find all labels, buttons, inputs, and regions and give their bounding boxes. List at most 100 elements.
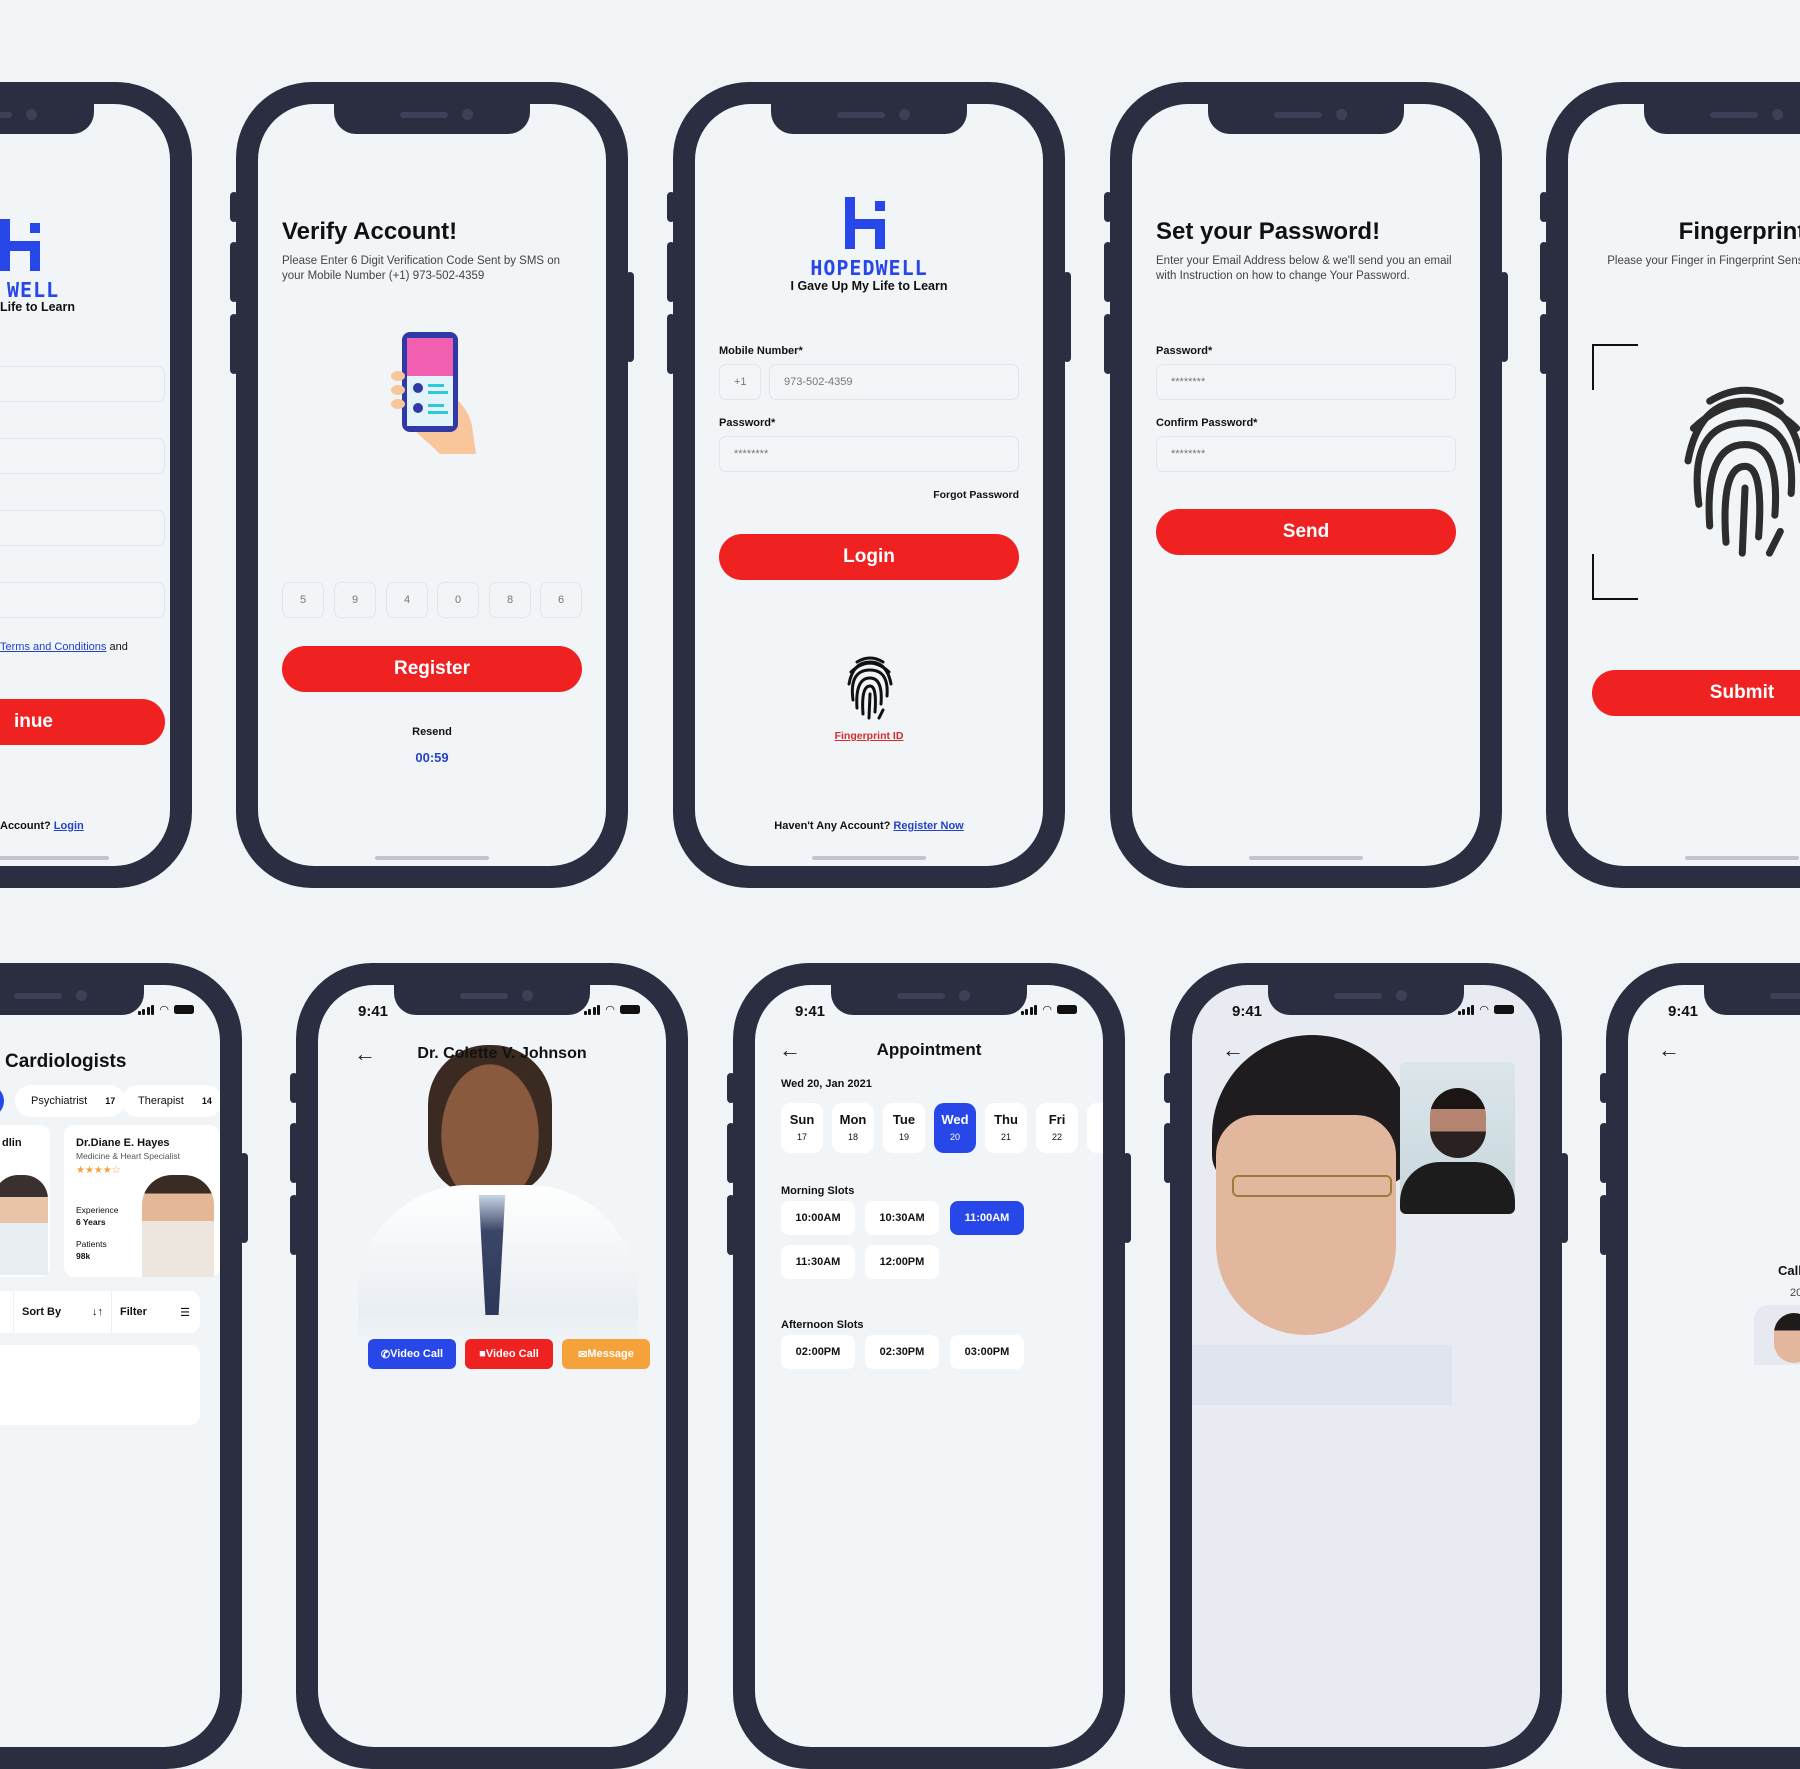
register-button[interactable]: Register [282, 646, 582, 692]
category-chip-psychiatrist[interactable]: Psychiatrist 17 [15, 1085, 126, 1117]
phone-video-call: 9:41 ◠ ← [1164, 963, 1568, 1769]
signal-icon [1457, 1004, 1475, 1015]
notch [1644, 104, 1800, 134]
day-picker-item[interactable]: Tue 19 [883, 1103, 925, 1153]
fingerprint-icon[interactable] [845, 652, 895, 722]
otp-digit[interactable]: 0 [437, 582, 479, 618]
selected-date: Wed 20, Jan 2021 [781, 1078, 872, 1090]
otp-digit[interactable]: 5 [282, 582, 324, 618]
time-slot[interactable]: 12:00PM [865, 1245, 939, 1279]
otp-digit[interactable]: 9 [334, 582, 376, 618]
terms-link[interactable]: Terms and Conditions [0, 641, 106, 653]
doctor-photo [358, 1045, 638, 1345]
wifi-icon: ◠ [605, 1004, 615, 1016]
login-screen: HOPEDWELL I Gave Up My Life to Learn Mob… [695, 104, 1043, 866]
forgot-password-link[interactable]: Forgot Password [933, 489, 1019, 501]
message-button[interactable]: ✉ Message [562, 1339, 650, 1369]
back-arrow-icon[interactable]: ← [1658, 1037, 1680, 1063]
submit-button[interactable]: Submit [1592, 670, 1800, 716]
signup-field-3[interactable] [0, 510, 165, 546]
signal-icon [1020, 1004, 1038, 1015]
home-indicator [812, 856, 926, 860]
day-picker-item[interactable]: Sun 17 [781, 1103, 823, 1153]
back-arrow-icon[interactable]: ← [1222, 1037, 1244, 1063]
page-title: Dr. Colette V. Johnson [417, 1045, 587, 1062]
sort-icon: ↓↑ [92, 1306, 103, 1318]
call-ended-screen: 9:41 ← Call E 20 [1628, 985, 1800, 1747]
otp-digit[interactable]: 6 [540, 582, 582, 618]
login-prompt: Account? Login [0, 820, 84, 832]
day-picker-item[interactable]: S [1087, 1103, 1103, 1153]
fingerprint-id-link[interactable]: Fingerprint ID [695, 730, 1043, 742]
hopedwell-logo-icon [0, 219, 40, 271]
password-input[interactable]: ******** [1156, 364, 1456, 400]
chip-selected-indicator[interactable] [0, 1085, 4, 1117]
phone-signup: WELL Life to Learn Terms and Conditions … [0, 82, 192, 888]
day-picker-item[interactable]: Fri 22 [1036, 1103, 1078, 1153]
continue-button[interactable]: inue [0, 699, 165, 745]
category-chip-therapist[interactable]: Therapist 14 [122, 1085, 220, 1117]
notch [1704, 985, 1800, 1015]
signal-icon [583, 1004, 601, 1015]
notch [394, 985, 590, 1015]
day-picker-item[interactable]: Thu 21 [985, 1103, 1027, 1153]
phone-fingerprint: Fingerprint Please your Finger in Finger… [1540, 82, 1800, 888]
home-indicator [0, 856, 109, 860]
call-duration: 20 [1790, 1287, 1800, 1299]
country-code-field[interactable]: +1 [719, 364, 761, 400]
register-now-link[interactable]: Register Now [893, 820, 963, 832]
time-slot[interactable]: 02:00PM [781, 1335, 855, 1369]
time-slot[interactable]: 10:30AM [865, 1201, 939, 1235]
signup-field-2[interactable] [0, 438, 165, 474]
mobile-number-input[interactable]: 973-502-4359 [769, 364, 1019, 400]
home-indicator [1249, 856, 1363, 860]
otp-digit[interactable]: 4 [386, 582, 428, 618]
send-button[interactable]: Send [1156, 509, 1456, 555]
tagline: I Gave Up My Life to Learn [790, 279, 948, 293]
filter-button[interactable]: Filter ☰ [111, 1291, 200, 1333]
time-slot[interactable]: 11:30AM [781, 1245, 855, 1279]
battery-icon [1057, 1005, 1077, 1014]
otp-digit[interactable]: 8 [489, 582, 531, 618]
doctor-avatar [1754, 1305, 1800, 1365]
password-label: Password* [719, 417, 776, 429]
confirm-password-input[interactable]: ******** [1156, 436, 1456, 472]
register-prompt: Haven't Any Account? Register Now [774, 820, 964, 832]
video-call-button[interactable]: ✆ Video Call [368, 1339, 456, 1369]
time-slot[interactable]: 03:00PM [950, 1335, 1024, 1369]
signup-field-1[interactable] [0, 366, 165, 402]
login-button[interactable]: Login [719, 534, 1019, 580]
notch [334, 104, 530, 134]
confirm-password-label: Confirm Password* [1156, 417, 1258, 429]
time-slot-selected[interactable]: 11:00AM [950, 1201, 1024, 1235]
list-item[interactable] [0, 1345, 200, 1425]
status-time: 9:41 [358, 1003, 389, 1020]
phone-in-hand-illustration [391, 332, 476, 454]
status-icons: ◠ [583, 1003, 640, 1016]
password-input[interactable]: ******** [719, 436, 1019, 472]
time-slot[interactable]: 10:00AM [781, 1201, 855, 1235]
page-title: Appointment [876, 1040, 982, 1059]
video-call-alt-button[interactable]: ■ Video Call [465, 1339, 553, 1369]
set-password-screen: Set your Password! Enter your Email Addr… [1132, 104, 1480, 866]
resend-button[interactable]: Resend [258, 726, 606, 738]
self-video-preview[interactable] [1400, 1062, 1515, 1214]
time-slot[interactable]: 02:30PM [865, 1335, 939, 1369]
wifi-icon: ◠ [1042, 1004, 1052, 1016]
doctor-card[interactable]: Dr.Diane E. Hayes Medicine & Heart Speci… [64, 1125, 220, 1277]
page-title: Fingerprint [1678, 218, 1800, 245]
day-picker-item-selected[interactable]: Wed 20 [934, 1103, 976, 1153]
status-time: 9:41 [1232, 1003, 1263, 1020]
page-description: Please Enter 6 Digit Verification Code S… [282, 255, 561, 282]
signup-field-4[interactable] [0, 582, 165, 618]
day-picker-item[interactable]: Mon 18 [832, 1103, 874, 1153]
sort-by-button[interactable]: Sort By ↓↑ [13, 1291, 111, 1333]
afternoon-slots-label: Afternoon Slots [781, 1319, 864, 1331]
login-link[interactable]: Login [54, 820, 84, 832]
doctor-photo [0, 1175, 48, 1275]
doctor-card[interactable]: dlin [0, 1125, 50, 1277]
notch [0, 985, 144, 1015]
password-label: Password* [1156, 345, 1213, 357]
page-description: Please your Finger in Fingerprint Sensor… [1607, 255, 1800, 267]
phone-appointment: 9:41 ◠ ← Appointment Wed 20, Jan 2021 Su… [727, 963, 1131, 1769]
